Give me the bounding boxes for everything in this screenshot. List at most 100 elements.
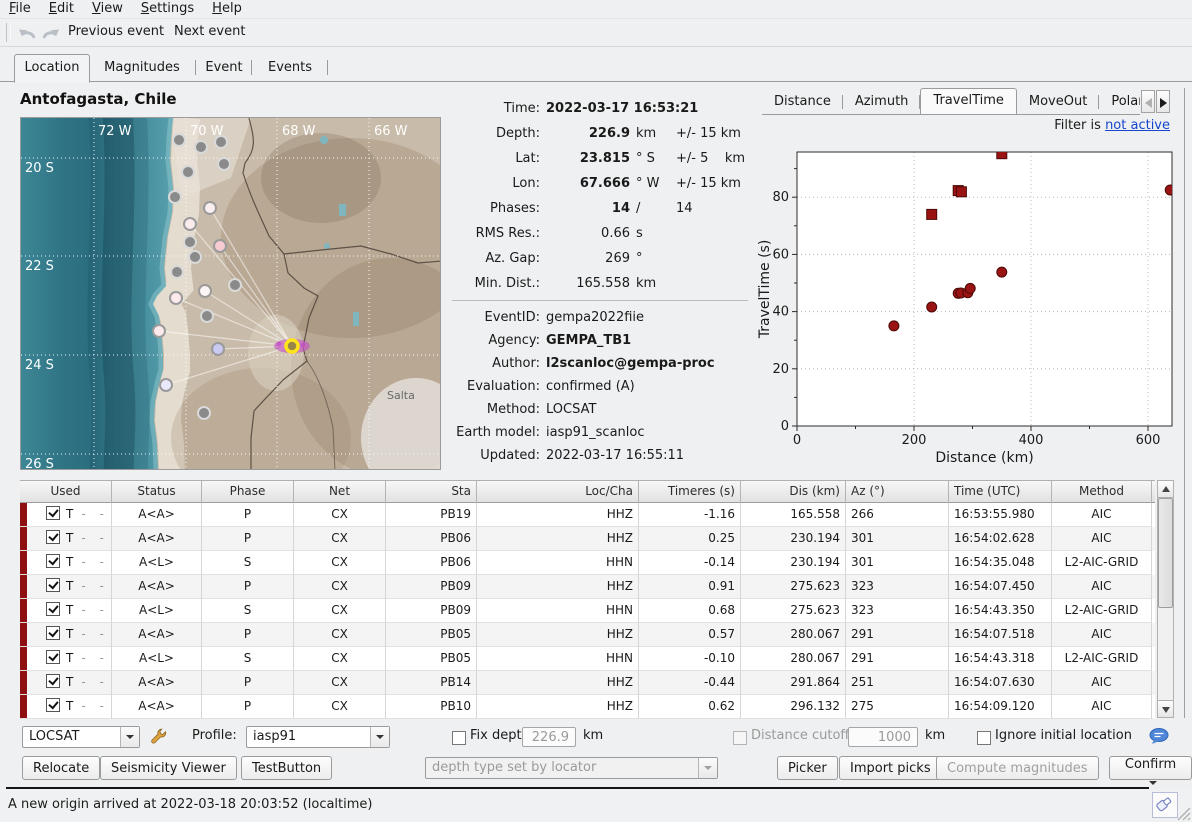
cell-az[interactable]: 291 [846, 623, 949, 647]
station-marker[interactable] [229, 279, 241, 291]
plot-tab-moveout[interactable]: MoveOut [1017, 90, 1099, 114]
column-header[interactable]: Method [1052, 481, 1152, 503]
cell-net[interactable]: CX [294, 695, 386, 719]
table-row[interactable]: T- -A<A>PCXPB09HHZ0.91275.62332316:54:07… [20, 575, 1155, 599]
toolbar-handle[interactable] [6, 23, 11, 42]
cell-cha[interactable]: HHN [477, 599, 639, 623]
station-marker[interactable] [171, 266, 183, 278]
cell-phase[interactable]: P [202, 695, 294, 719]
cell-net[interactable]: CX [294, 575, 386, 599]
station-marker[interactable] [169, 191, 181, 203]
cell-status[interactable]: A<A> [112, 695, 202, 719]
used-checkbox[interactable] [46, 650, 60, 664]
previous-event-button[interactable]: Previous event [62, 22, 170, 42]
cell-status[interactable]: A<A> [112, 503, 202, 527]
filter-toggle-link[interactable]: not active [1105, 118, 1170, 133]
cell-net[interactable]: CX [294, 671, 386, 695]
seismicity-viewer-button[interactable]: Seismicity Viewer [100, 756, 237, 780]
cell-phase[interactable]: P [202, 671, 294, 695]
station-marker[interactable] [204, 202, 216, 214]
depth-type-select[interactable]: depth type set by locator [425, 757, 718, 779]
connection-icon[interactable] [1152, 792, 1178, 818]
cell-used[interactable]: T- - [20, 623, 112, 647]
station-marker[interactable] [184, 218, 196, 230]
cell-az[interactable]: 291 [846, 647, 949, 671]
cell-dis[interactable]: 291.864 [741, 671, 846, 695]
cell-time[interactable]: 16:54:43.350 [949, 599, 1052, 623]
depth-value-input[interactable] [522, 727, 576, 747]
cell-az[interactable]: 266 [846, 503, 949, 527]
column-header[interactable]: Phase [202, 481, 294, 503]
scrollbar-thumb[interactable] [1158, 498, 1173, 608]
column-header[interactable]: Status [112, 481, 202, 503]
cell-dis[interactable]: 296.132 [741, 695, 846, 719]
used-checkbox[interactable] [46, 674, 60, 688]
cell-sta[interactable]: PB05 [386, 623, 477, 647]
cell-res[interactable]: 0.68 [639, 599, 741, 623]
used-checkbox[interactable] [46, 626, 60, 640]
plot-tab-distance[interactable]: Distance [762, 90, 843, 114]
cell-cha[interactable]: HHZ [477, 695, 639, 719]
table-scrollbar[interactable] [1157, 480, 1174, 718]
cell-used[interactable]: T- - [20, 695, 112, 719]
station-marker[interactable] [184, 236, 196, 248]
cell-net[interactable]: CX [294, 503, 386, 527]
cell-method[interactable]: AIC [1052, 695, 1152, 719]
cell-time[interactable]: 16:54:07.450 [949, 575, 1052, 599]
used-checkbox[interactable] [46, 602, 60, 616]
scroll-down-button[interactable] [1158, 700, 1173, 717]
cell-res[interactable]: 0.57 [639, 623, 741, 647]
used-checkbox[interactable] [46, 578, 60, 592]
cell-res[interactable]: -0.14 [639, 551, 741, 575]
cell-cha[interactable]: HHZ [477, 671, 639, 695]
cell-phase[interactable]: P [202, 527, 294, 551]
cell-phase[interactable]: S [202, 647, 294, 671]
cell-res[interactable]: -1.16 [639, 503, 741, 527]
cell-used[interactable]: T- - [20, 599, 112, 623]
cell-cha[interactable]: HHN [477, 551, 639, 575]
cell-method[interactable]: AIC [1052, 671, 1152, 695]
cell-sta[interactable]: PB06 [386, 527, 477, 551]
ignore-initial-location-checkbox[interactable] [977, 731, 991, 745]
distance-cutoff-input[interactable] [848, 727, 918, 747]
cell-sta[interactable]: PB14 [386, 671, 477, 695]
resize-grip[interactable] [1176, 806, 1191, 821]
used-checkbox[interactable] [46, 530, 60, 544]
column-header[interactable]: Timeres (s) [639, 481, 741, 503]
used-checkbox[interactable] [46, 506, 60, 520]
cell-status[interactable]: A<L> [112, 647, 202, 671]
cell-cha[interactable]: HHZ [477, 575, 639, 599]
cell-res[interactable]: -0.10 [639, 647, 741, 671]
panel-splitter[interactable] [1184, 88, 1185, 718]
cell-az[interactable]: 251 [846, 671, 949, 695]
table-row[interactable]: T- -A<L>SCXPB09HHN0.68275.62332316:54:43… [20, 599, 1155, 623]
station-marker[interactable] [215, 136, 227, 148]
locator-settings-wrench-icon[interactable] [149, 727, 167, 748]
cell-az[interactable]: 323 [846, 575, 949, 599]
tab-scroll-right-button[interactable] [1156, 90, 1170, 113]
cell-status[interactable]: A<A> [112, 527, 202, 551]
cell-used[interactable]: T- - [20, 647, 112, 671]
cell-dis[interactable]: 230.194 [741, 551, 846, 575]
station-marker[interactable] [170, 292, 182, 304]
cell-dis[interactable]: 280.067 [741, 623, 846, 647]
cell-phase[interactable]: P [202, 575, 294, 599]
station-marker[interactable] [214, 240, 226, 252]
cell-used[interactable]: T- - [20, 551, 112, 575]
menu-help[interactable]: Help [203, 0, 251, 17]
station-marker[interactable] [218, 158, 230, 170]
cell-phase[interactable]: S [202, 599, 294, 623]
column-header[interactable]: Az (°) [846, 481, 949, 503]
cell-net[interactable]: CX [294, 527, 386, 551]
cell-method[interactable]: L2-AIC-GRID [1052, 551, 1152, 575]
cell-sta[interactable]: PB19 [386, 503, 477, 527]
table-row[interactable]: T- -A<L>SCXPB05HHN-0.10280.06729116:54:4… [20, 647, 1155, 671]
station-marker[interactable] [182, 166, 194, 178]
scroll-up-button[interactable] [1158, 481, 1173, 498]
cell-net[interactable]: CX [294, 599, 386, 623]
cell-time[interactable]: 16:54:09.120 [949, 695, 1052, 719]
cell-az[interactable]: 275 [846, 695, 949, 719]
cell-time[interactable]: 16:54:07.518 [949, 623, 1052, 647]
cell-status[interactable]: A<L> [112, 551, 202, 575]
tab-location[interactable]: Location [14, 54, 90, 83]
